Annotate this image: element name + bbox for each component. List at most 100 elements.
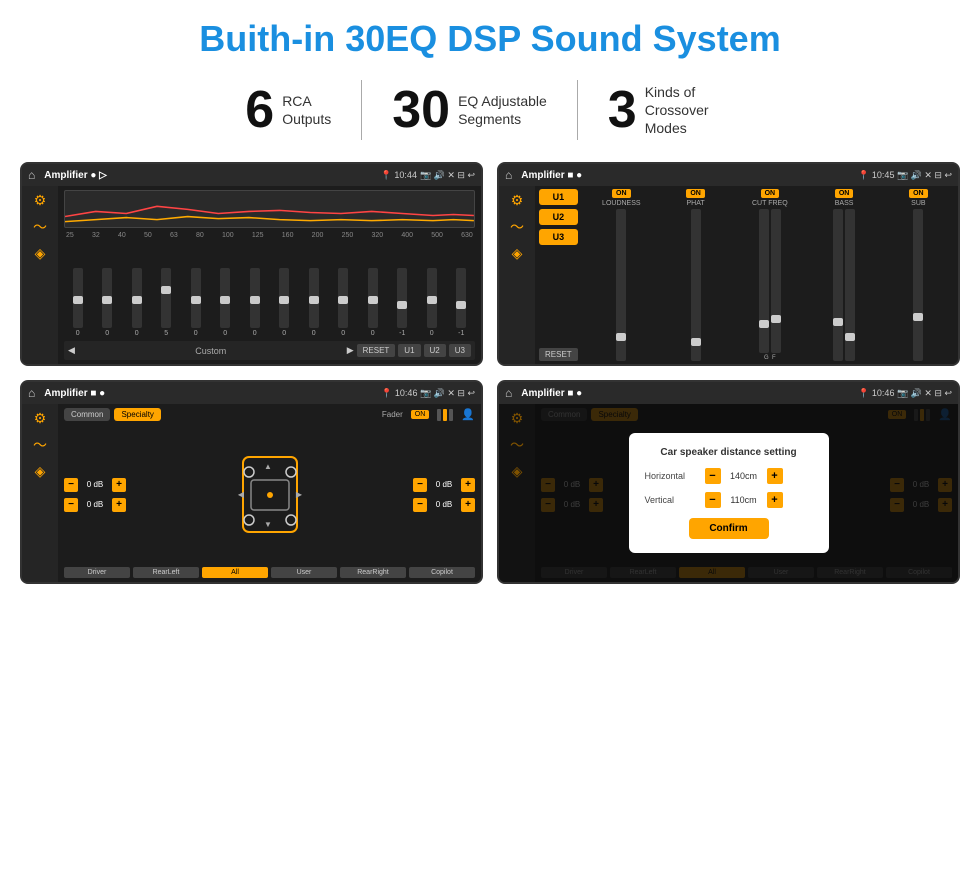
cx-col-phat: ON PHAT <box>660 189 731 361</box>
cx-filter-icon[interactable]: ⚙ <box>511 192 524 209</box>
eq-slider-0[interactable]: 0 <box>73 268 83 337</box>
cx-sub-slider[interactable] <box>913 209 923 361</box>
eq-graph <box>64 190 475 228</box>
crossover-status-bar: ⌂ Amplifier ■ ● 📍 10:45 📷 🔊 ✕ ⊟ ↩ <box>499 164 958 186</box>
u3-btn[interactable]: U3 <box>539 229 578 245</box>
eq-slider-11[interactable]: -1 <box>397 268 407 337</box>
eq-prev[interactable]: ◀ <box>68 345 75 356</box>
cx-speaker-icon[interactable]: ◈ <box>512 245 523 262</box>
fader-label: Fader <box>165 410 403 419</box>
page-title: Buith-in 30EQ DSP Sound System <box>0 0 980 70</box>
eq-bottom-bar: ◀ Custom ▶ RESET U1 U2 U3 <box>64 341 475 360</box>
eq-wave-icon[interactable]: 〜 <box>33 217 47 237</box>
tab-specialty[interactable]: Specialty <box>114 408 160 421</box>
eq-slider-4[interactable]: 0 <box>191 268 201 337</box>
cx-loudness-on[interactable]: ON <box>612 189 631 198</box>
fdr-wave-icon[interactable]: 〜 <box>33 435 47 455</box>
dialog-vertical-label: Vertical <box>645 495 700 505</box>
eq-next[interactable]: ▶ <box>347 345 354 356</box>
eq-slider-9[interactable]: 0 <box>338 268 348 337</box>
svg-text:▲: ▲ <box>264 462 272 471</box>
eq-reset-btn[interactable]: RESET <box>357 344 396 357</box>
car-diagram: ▲ ▼ ◀ ▶ <box>132 452 407 537</box>
btn-copilot[interactable]: Copilot <box>409 567 475 578</box>
eq-slider-7[interactable]: 0 <box>279 268 289 337</box>
fader-on-badge[interactable]: ON <box>411 410 430 419</box>
u2-btn[interactable]: U2 <box>539 209 578 225</box>
dialog-home-icon: ⌂ <box>505 386 512 400</box>
eq-slider-12[interactable]: 0 <box>427 268 437 337</box>
db-rr-plus[interactable]: + <box>461 498 475 512</box>
eq-slider-10[interactable]: 0 <box>368 268 378 337</box>
eq-main: 25 32 40 50 63 80 100 125 160 200 250 32… <box>58 186 481 364</box>
db-rr-minus[interactable]: − <box>413 498 427 512</box>
confirm-button[interactable]: Confirm <box>689 518 769 539</box>
db-fl-minus[interactable]: − <box>64 478 78 492</box>
home-icon: ⌂ <box>28 168 35 182</box>
cx-bass-on[interactable]: ON <box>835 189 854 198</box>
cx-reset-btn[interactable]: RESET <box>539 348 578 361</box>
db-fr-value: 0 dB <box>430 480 458 489</box>
eq-speaker-icon[interactable]: ◈ <box>35 245 46 262</box>
eq-u2-btn[interactable]: U2 <box>424 344 446 357</box>
cx-cutfreq-on[interactable]: ON <box>761 189 780 198</box>
speaker-distance-dialog: Car speaker distance setting Horizontal … <box>629 433 829 553</box>
fader-main: Common Specialty Fader ON 👤 − <box>58 404 481 582</box>
dialog-vertical-value: 110cm <box>726 495 762 505</box>
crossover-status-icons: 📍 10:45 📷 🔊 ✕ ⊟ ↩ <box>858 170 952 181</box>
fader-person-icon[interactable]: 👤 <box>461 408 475 421</box>
cx-phat-on[interactable]: ON <box>686 189 705 198</box>
btn-driver[interactable]: Driver <box>64 567 130 578</box>
eq-slider-6[interactable]: 0 <box>250 268 260 337</box>
eq-slider-3[interactable]: 5 <box>161 268 171 337</box>
eq-sidebar: ⚙ 〜 ◈ <box>22 186 58 364</box>
svg-text:◀: ◀ <box>237 490 244 499</box>
dialog-vertical-minus[interactable]: − <box>705 492 721 508</box>
u1-btn[interactable]: U1 <box>539 189 578 205</box>
cx-phat-slider[interactable] <box>691 209 701 361</box>
db-fr-minus[interactable]: − <box>413 478 427 492</box>
eq-slider-8[interactable]: 0 <box>309 268 319 337</box>
eq-slider-1[interactable]: 0 <box>102 268 112 337</box>
crossover-main: U1 U2 U3 RESET ON LOUDNESS <box>535 186 958 364</box>
cx-col-sub: ON SUB <box>883 189 954 361</box>
eq-filter-icon[interactable]: ⚙ <box>34 192 47 209</box>
db-fl-plus[interactable]: + <box>112 478 126 492</box>
db-rl-minus[interactable]: − <box>64 498 78 512</box>
dialog-horizontal-minus[interactable]: − <box>705 468 721 484</box>
crossover-home-icon: ⌂ <box>505 168 512 182</box>
eq-u3-btn[interactable]: U3 <box>449 344 471 357</box>
eq-slider-2[interactable]: 0 <box>132 268 142 337</box>
eq-preset-label: Custom <box>78 346 344 356</box>
eq-freq-labels: 25 32 40 50 63 80 100 125 160 200 250 32… <box>64 232 475 239</box>
cx-cutfreq-slider-g[interactable] <box>759 209 769 353</box>
cx-sub-on[interactable]: ON <box>909 189 928 198</box>
crossover-app-title: Amplifier ■ ● <box>521 170 853 181</box>
cx-loudness-slider[interactable] <box>616 209 626 361</box>
crossover-screen: ⌂ Amplifier ■ ● 📍 10:45 📷 🔊 ✕ ⊟ ↩ ⚙ 〜 ◈ … <box>497 162 960 366</box>
fader-status-icons: 📍 10:46 📷 🔊 ✕ ⊟ ↩ <box>381 388 475 399</box>
fdr-filter-icon[interactable]: ⚙ <box>34 410 47 427</box>
cx-cutfreq-slider-f[interactable] <box>771 209 781 353</box>
cx-bass-slider-g[interactable] <box>845 209 855 361</box>
cx-bass-slider-f[interactable] <box>833 209 843 361</box>
stat-eq-label: EQ AdjustableSegments <box>458 92 547 128</box>
db-rl-plus[interactable]: + <box>112 498 126 512</box>
eq-u1-btn[interactable]: U1 <box>398 344 420 357</box>
db-fr-plus[interactable]: + <box>461 478 475 492</box>
eq-app-title: Amplifier ● ▷ <box>44 170 375 181</box>
fdr-speaker-icon[interactable]: ◈ <box>35 463 46 480</box>
cx-wave-icon[interactable]: 〜 <box>510 217 524 237</box>
btn-rearright[interactable]: RearRight <box>340 567 406 578</box>
svg-text:▼: ▼ <box>264 520 272 529</box>
eq-slider-5[interactable]: 0 <box>220 268 230 337</box>
dialog-vertical-plus[interactable]: + <box>767 492 783 508</box>
tab-common[interactable]: Common <box>64 408 110 421</box>
dialog-horizontal-plus[interactable]: + <box>767 468 783 484</box>
stat-eq: 30 EQ AdjustableSegments <box>362 84 577 136</box>
eq-status-bar: ⌂ Amplifier ● ▷ 📍 10:44 📷 🔊 ✕ ⊟ ↩ <box>22 164 481 186</box>
eq-slider-13[interactable]: -1 <box>456 268 466 337</box>
btn-rearleft[interactable]: RearLeft <box>133 567 199 578</box>
btn-user[interactable]: User <box>271 567 337 578</box>
btn-all[interactable]: All <box>202 567 268 578</box>
